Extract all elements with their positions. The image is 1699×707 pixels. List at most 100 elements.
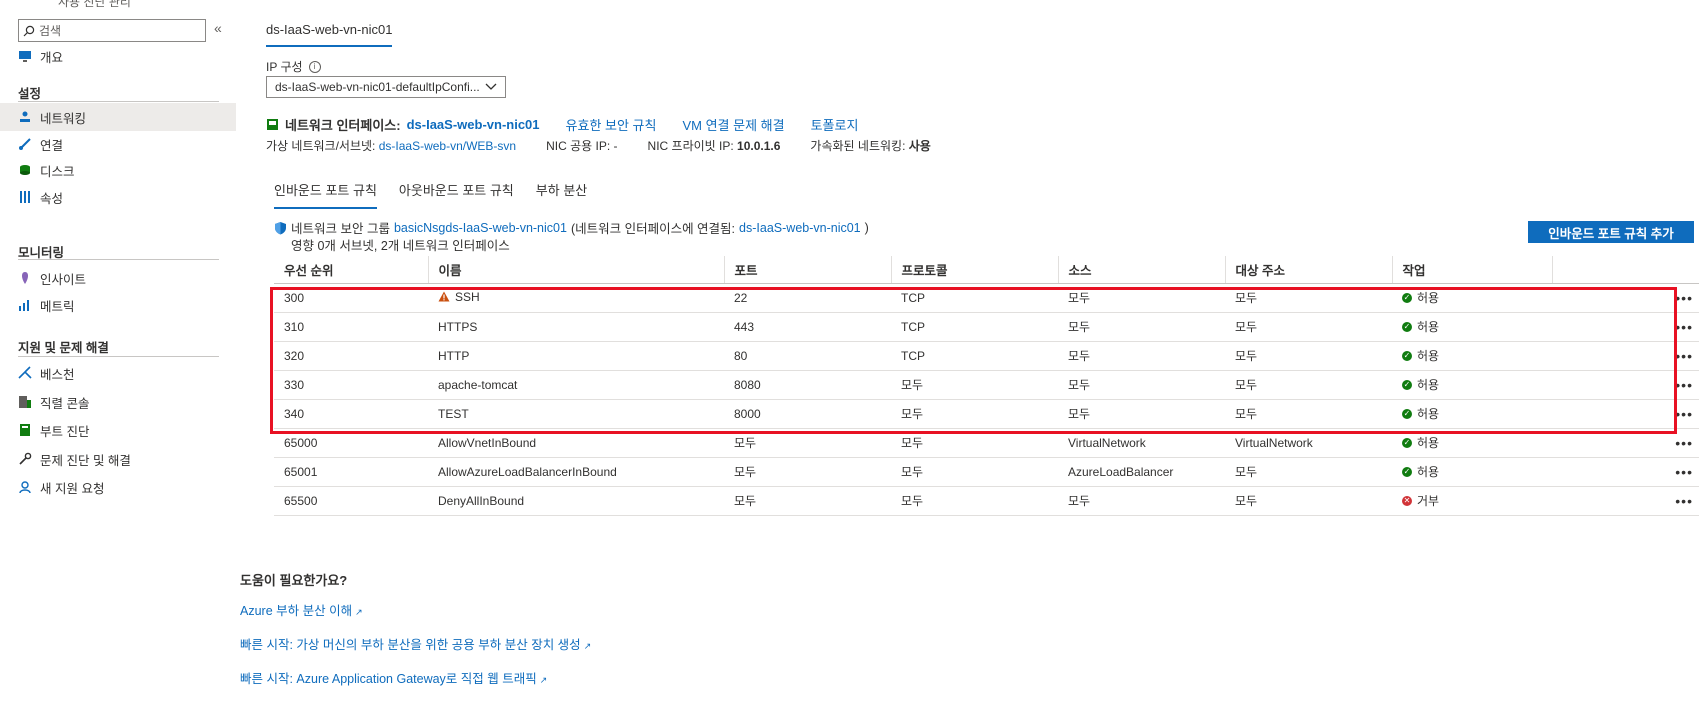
table-row[interactable]: 340 TEST 8000 모두 모두 모두 ✓ 허용 ••• — [274, 399, 1699, 429]
bastion-icon — [18, 366, 32, 380]
more-options-icon[interactable]: ••• — [1552, 283, 1699, 313]
sidebar-item-connect[interactable]: 연결 — [0, 130, 236, 158]
sidebar-item-label: 인사이트 — [40, 272, 87, 287]
nsg-link[interactable]: basicNsgds-IaaS-web-vn-nic01 — [394, 221, 567, 235]
sidebar-item-boot-diagnostics[interactable]: 부트 진단 — [0, 416, 236, 444]
sidebar-item-insights[interactable]: 인사이트 — [0, 264, 236, 292]
sidebar-item-properties[interactable]: 속성 — [0, 183, 236, 211]
rule-name: HTTPS — [438, 319, 478, 334]
column-header-action[interactable]: 작업 — [1392, 256, 1553, 284]
rules-body: 300 SSH 22 TCP 모두 모두 ✓ 허용 ••• 310 HTTPS 443 TCP 모두 모두 ✓… — [274, 283, 1699, 516]
sidebar: 사용 진단 관리 « 개요 설정 네트워킹 연결 디스크 속성 모니터링 인사이… — [0, 0, 236, 707]
sidebar-item-overview[interactable]: 개요 — [0, 42, 236, 70]
nic-name-link[interactable]: ds-IaaS-web-vn-nic01 — [407, 117, 540, 132]
rule-source: AzureLoadBalancer — [1058, 457, 1225, 487]
sidebar-item-disks[interactable]: 디스크 — [0, 156, 236, 184]
sidebar-item-diagnose[interactable]: 문제 진단 및 해결 — [0, 445, 236, 473]
search-input[interactable] — [39, 23, 199, 38]
table-row[interactable]: 310 HTTPS 443 TCP 모두 모두 ✓ 허용 ••• — [274, 312, 1699, 342]
allow-icon: ✓ — [1402, 321, 1412, 332]
rule-action: ✓ 허용 — [1402, 463, 1439, 480]
column-header-destination[interactable]: 대상 주소 — [1225, 256, 1393, 284]
private-ip-label: NIC 프라이빗 IP: — [647, 139, 734, 153]
sidebar-item-label: 네트워킹 — [40, 111, 87, 126]
rule-action: ✓ 허용 — [1402, 318, 1439, 335]
topology-link[interactable]: 토폴로지 — [811, 115, 859, 134]
resource-tab[interactable]: ds-IaaS-web-vn-nic01 — [266, 22, 393, 47]
rule-action: ✓ 허용 — [1402, 347, 1439, 364]
sidebar-item-serial-console[interactable]: 직렬 콘솔 — [0, 388, 236, 416]
sidebar-item-new-support-request[interactable]: 새 지원 요청 — [0, 473, 236, 501]
divider — [18, 259, 219, 260]
tab-inbound-rules[interactable]: 인바운드 포트 규칙 — [274, 180, 377, 209]
private-ip-info: NIC 프라이빗 IP: 10.0.1.6 — [648, 137, 781, 154]
info-icon[interactable]: i — [308, 60, 321, 73]
console-icon — [18, 395, 32, 409]
ip-config-select[interactable]: ds-IaaS-web-vn-nic01-defaultIpConfi... — [266, 76, 506, 98]
public-ip-label: NIC 공용 IP: — [546, 139, 611, 153]
nsg-impact: 영향 0개 서브넷, 2개 네트워크 인터페이스 — [291, 239, 510, 253]
rule-port: 22 — [724, 283, 891, 313]
table-row[interactable]: 330 apache-tomcat 8080 모두 모두 모두 ✓ 허용 ••• — [274, 370, 1699, 400]
sidebar-search[interactable] — [18, 19, 206, 42]
rule-name: SSH — [438, 290, 480, 304]
rule-port: 8000 — [724, 399, 891, 429]
help-link-application-gateway[interactable]: 빠른 시작: Azure Application Gateway로 직접 웹 트… — [240, 668, 547, 687]
column-header-name[interactable]: 이름 — [428, 256, 725, 284]
more-options-icon[interactable]: ••• — [1552, 370, 1699, 400]
tab-load-balancing[interactable]: 부하 분산 — [536, 180, 587, 209]
sidebar-item-metrics[interactable]: 메트릭 — [0, 291, 236, 319]
rule-source: 모두 — [1058, 370, 1225, 400]
nsg-attached-nic-link[interactable]: ds-IaaS-web-vn-nic01 — [739, 221, 861, 235]
vnet-link[interactable]: ds-IaaS-web-vn/WEB-svn — [379, 139, 516, 153]
help-link-public-load-balancer[interactable]: 빠른 시작: 가상 머신의 부하 분산을 위한 공용 부하 분산 장치 생성 ↗ — [240, 634, 591, 653]
table-row[interactable]: 65001 AllowAzureLoadBalancerInBound 모두 모두 Az… — [274, 457, 1699, 487]
rule-action-text: 거부 — [1417, 494, 1440, 508]
column-header-protocol[interactable]: 프로토콜 — [891, 256, 1059, 284]
more-options-icon[interactable]: ••• — [1552, 428, 1699, 458]
shield-icon — [275, 221, 286, 234]
rule-priority: 310 — [274, 312, 428, 342]
column-header-source[interactable]: 소스 — [1058, 256, 1226, 284]
wrench-icon — [18, 452, 32, 466]
help-link-load-balancing[interactable]: Azure 부하 분산 이해 ↗ — [240, 600, 363, 619]
rule-action-text: 허용 — [1417, 378, 1440, 392]
table-row[interactable]: 300 SSH 22 TCP 모두 모두 ✓ 허용 ••• — [274, 283, 1699, 313]
rule-name: AllowAzureLoadBalancerInBound — [438, 464, 617, 479]
rule-name: HTTP — [438, 348, 470, 363]
sidebar-item-label: 개요 — [40, 50, 64, 65]
add-inbound-rule-button[interactable]: 인바운드 포트 규칙 추가 — [1528, 221, 1694, 243]
column-header-priority[interactable]: 우선 순위 — [274, 256, 429, 284]
section-title-support: 지원 및 문제 해결 — [18, 341, 109, 355]
rule-protocol: 모두 — [891, 399, 1058, 429]
rule-port: 80 — [724, 341, 891, 371]
more-options-icon[interactable]: ••• — [1552, 312, 1699, 342]
ip-config-label: IP 구성 i — [266, 58, 321, 75]
column-header-port[interactable]: 포트 — [724, 256, 892, 284]
rule-name: TEST — [438, 406, 469, 421]
properties-icon — [18, 190, 32, 204]
deny-icon: ✕ — [1402, 495, 1412, 506]
table-row[interactable]: 320 HTTP 80 TCP 모두 모두 ✓ 허용 ••• — [274, 341, 1699, 371]
tab-outbound-rules[interactable]: 아웃바운드 포트 규칙 — [399, 180, 514, 209]
divider — [18, 101, 219, 102]
collapse-sidebar-icon[interactable]: « — [214, 20, 222, 36]
support-person-icon — [18, 480, 32, 494]
rule-priority: 65000 — [274, 428, 428, 458]
sidebar-item-label: 문제 진단 및 해결 — [40, 453, 131, 468]
table-row[interactable]: 65000 AllowVnetInBound 모두 모두 VirtualNetwork V… — [274, 428, 1699, 458]
monitor-icon — [18, 49, 32, 63]
more-options-icon[interactable]: ••• — [1552, 457, 1699, 487]
more-options-icon[interactable]: ••• — [1552, 486, 1699, 516]
table-row[interactable]: 65500 DenyAllInBound 모두 모두 모두 모두 ✕ 거부 ••• — [274, 486, 1699, 516]
effective-security-rules-link[interactable]: 유효한 보안 규칙 — [566, 115, 657, 134]
nic-icon — [267, 119, 278, 130]
sidebar-item-bastion[interactable]: 베스천 — [0, 359, 236, 387]
rule-name: apache-tomcat — [438, 377, 518, 392]
more-options-icon[interactable]: ••• — [1552, 399, 1699, 429]
sidebar-item-label: 속성 — [40, 191, 64, 206]
sidebar-item-networking[interactable]: 네트워킹 — [0, 103, 236, 131]
troubleshoot-vm-connection-link[interactable]: VM 연결 문제 해결 — [682, 115, 784, 134]
search-icon — [23, 25, 35, 36]
more-options-icon[interactable]: ••• — [1552, 341, 1699, 371]
